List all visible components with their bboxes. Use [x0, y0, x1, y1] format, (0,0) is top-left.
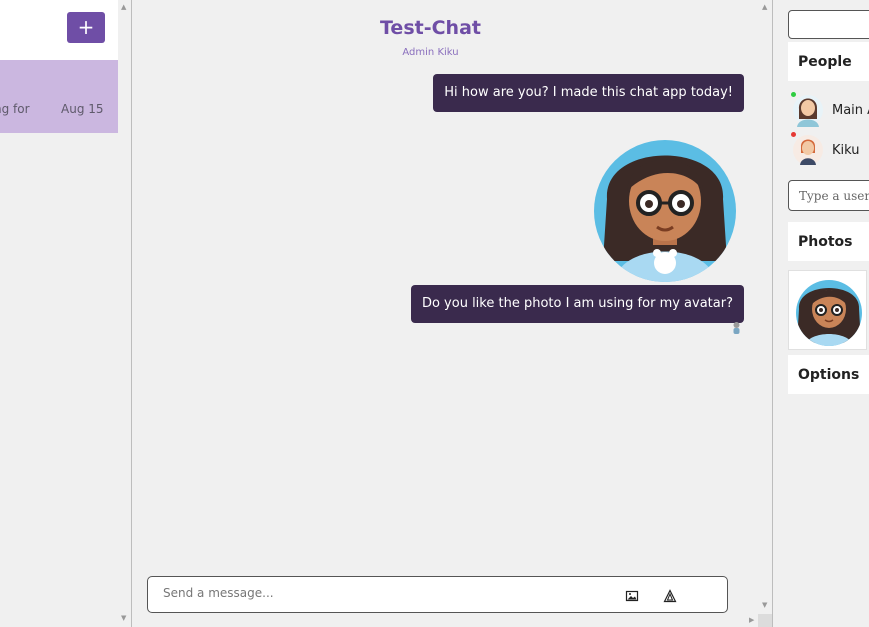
online-status-dot [791, 92, 796, 97]
scroll-down-arrow-icon[interactable]: ▼ [121, 614, 127, 622]
seen-avatar-icon [732, 320, 741, 334]
chat-item-preview: ng for [0, 102, 30, 116]
photos-heading: Photos [798, 234, 853, 250]
app-root: + ng for Aug 15 ▲ ▼ Test-Chat Admin Kiku… [0, 0, 869, 627]
person-name: Main A [832, 103, 869, 118]
chat-subtitle: Admin Kiku [402, 47, 459, 58]
chat-item-date: Aug 15 [61, 102, 104, 116]
chat-list-item[interactable]: ng for Aug 15 [0, 60, 118, 133]
username-input[interactable] [799, 189, 869, 203]
offline-status-dot [791, 132, 796, 137]
image-icon[interactable] [625, 588, 639, 602]
chat-list-header: + [0, 0, 118, 60]
scroll-right-arrow-icon[interactable]: ▶ [749, 616, 754, 624]
photos-section-header[interactable]: Photos [788, 222, 869, 261]
send-triangle-icon[interactable] [663, 588, 677, 603]
top-search-input[interactable] [788, 10, 869, 39]
options-section-header[interactable]: Options [788, 355, 869, 394]
scroll-up-arrow-icon[interactable]: ▲ [121, 3, 127, 11]
message-composer [147, 576, 728, 613]
new-chat-button[interactable]: + [67, 12, 105, 43]
people-heading: People [798, 54, 852, 70]
message-bubble: Do you like the photo I am using for my … [410, 285, 744, 323]
chat-main: Test-Chat Admin Kiku Hi how are you? I m… [132, 0, 772, 627]
chat-list-sidebar: + ng for Aug 15 [0, 0, 118, 627]
scroll-down-arrow-icon[interactable]: ▼ [762, 601, 767, 609]
avatar-photo-message[interactable] [593, 121, 737, 283]
chat-details-panel: People Main A Kiku [773, 0, 869, 627]
add-user-field [788, 180, 869, 211]
people-section-header[interactable]: People [788, 42, 869, 81]
person-name: Kiku [832, 143, 860, 158]
scrollbar-corner [758, 614, 772, 627]
avatar [793, 135, 823, 165]
chat-title: Test-Chat [380, 17, 481, 39]
person-item[interactable]: Main A [789, 91, 869, 129]
person-item[interactable]: Kiku [789, 131, 869, 169]
message-input[interactable] [163, 586, 593, 600]
options-heading: Options [798, 367, 860, 383]
scroll-up-arrow-icon[interactable]: ▲ [762, 3, 767, 11]
avatar [793, 95, 823, 127]
photo-thumbnail[interactable] [788, 270, 867, 350]
message-bubble: Hi how are you? I made this chat app tod… [433, 74, 744, 112]
